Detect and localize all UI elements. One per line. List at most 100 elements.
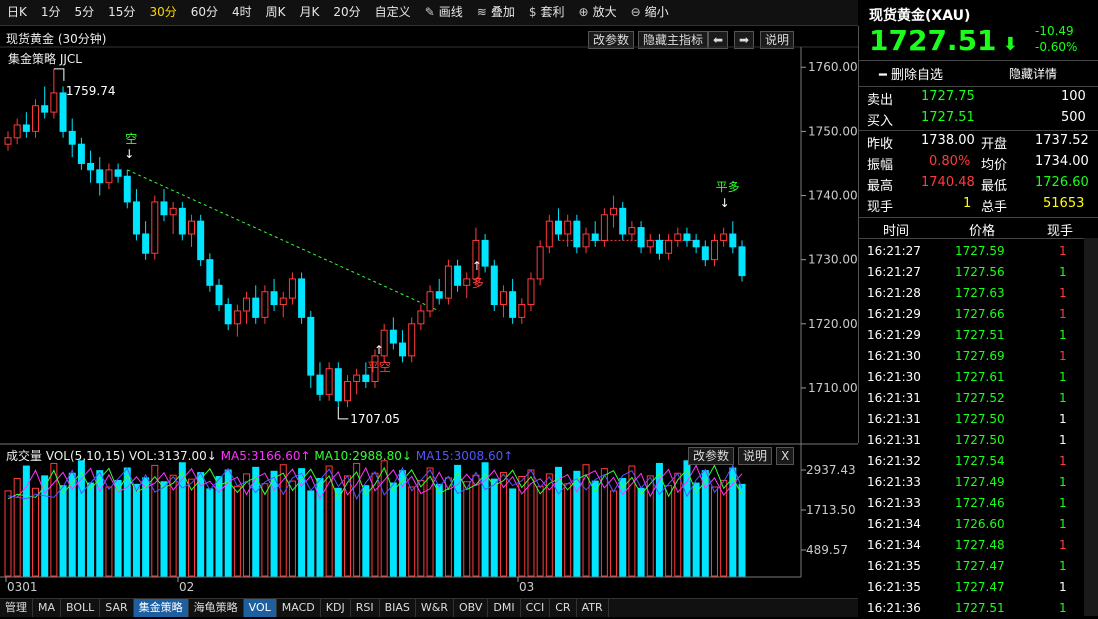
tick-time: 16:21:35 [867,559,921,573]
candle-body [426,291,434,312]
candle-body [59,92,67,132]
volume-bar [307,490,315,577]
candle-body [610,207,618,216]
indicator-tab-1[interactable]: MA [33,599,62,617]
tick-volume: 1 [1059,475,1067,489]
candle-body [123,175,131,203]
tick-time: 16:21:27 [867,244,921,258]
candle-body [188,220,195,235]
current-volume-label: 现手 [867,200,894,215]
candle-body [555,220,562,235]
indicator-tab-11[interactable]: W&R [416,599,454,617]
candle-body [362,374,370,383]
volume-bar [105,486,113,577]
indicator-tab-9[interactable]: RSI [351,599,380,617]
candle-body [288,278,296,299]
ask-label: 卖出 [867,93,894,108]
candle-body [582,233,590,248]
candle-body [132,201,140,235]
close-short-arrow: ↑ [374,343,384,357]
volume-bar [252,466,260,577]
date-label: 0301 [7,580,38,594]
delete-watchlist-button[interactable]: ━ 删除自选 [879,64,943,83]
candle-body [233,310,241,325]
short-signal: 空 [125,132,137,146]
tick-header-time: 时间 [883,224,910,239]
indicator-tab-6[interactable]: VOL [243,599,277,617]
candle-body [720,233,728,241]
indicator-tab-0[interactable]: 管理 [0,599,33,617]
indicator-tab-4[interactable]: 集金策略 [133,599,189,617]
candle-body [279,297,287,306]
candle-body [151,201,159,254]
candle-body [13,124,21,139]
high-price-label: 1759.74 [66,84,116,98]
candle-body [316,374,324,395]
candle-body [353,374,361,383]
volume-bar [77,460,85,577]
tick-price: 1727.50 [955,412,1005,426]
candle-body [224,304,232,325]
tick-time: 16:21:35 [867,580,921,594]
tick-volume: 1 [1059,391,1067,405]
tick-time: 16:21:34 [867,538,921,552]
indicator-tab-12[interactable]: OBV [454,599,489,617]
indicator-tab-13[interactable]: DMI [488,599,521,617]
instrument-name: 现货黄金(XAU) [869,8,971,24]
tick-scrollbar[interactable] [1084,238,1098,616]
tick-price: 1727.61 [955,370,1005,384]
volume-params-button[interactable]: 改参数 [688,447,735,465]
tick-row: 16:21:27 1727.59 1 [859,241,1084,262]
tick-price: 1726.60 [955,517,1005,531]
candle-body [509,291,517,318]
candle-body [417,310,425,325]
tick-volume: 1 [1059,412,1067,426]
volume-help-button[interactable]: 说明 [738,447,773,465]
candle-body [490,265,498,306]
tick-time: 16:21:31 [867,412,921,426]
volume-bar [59,485,67,577]
tick-row: 16:21:29 1727.66 1 [859,304,1084,325]
candle-body [738,246,746,277]
tick-time: 16:21:27 [867,265,921,279]
avg-price-value: 1734.00 [1035,154,1089,169]
candle-body [325,368,333,395]
tick-volume: 1 [1059,328,1067,342]
tick-price: 1727.54 [955,454,1005,468]
indicator-tab-7[interactable]: MACD [277,599,321,617]
candle-body [481,239,489,267]
volume-close-button[interactable]: X [776,447,795,465]
candle-body [674,233,682,241]
tick-volume: 1 [1059,307,1067,321]
long-signal-arrow: ↑ [472,259,482,273]
candle-body [637,227,645,248]
tick-price: 1727.50 [955,433,1005,447]
volume-bar [188,478,195,577]
tick-row: 16:21:30 1727.69 1 [859,346,1084,367]
indicator-tab-16[interactable]: ATR [577,599,609,617]
tick-row: 16:21:29 1727.51 1 [859,325,1084,346]
low-value: 1726.60 [1035,175,1089,190]
candle-body [655,239,663,254]
indicator-tab-15[interactable]: CR [550,599,577,617]
volume-bar [472,474,480,577]
volume-bar [132,483,140,577]
tick-row: 16:21:33 1727.46 1 [859,493,1084,514]
tick-volume: 1 [1059,265,1067,279]
volume-bar [463,481,471,577]
candle-body [261,291,269,318]
indicator-tab-2[interactable]: BOLL [61,599,101,617]
tick-row: 16:21:31 1727.50 1 [859,430,1084,451]
indicator-tab-8[interactable]: KDJ [321,599,351,617]
tick-price: 1727.46 [955,496,1005,510]
indicator-tab-14[interactable]: CCI [521,599,551,617]
indicator-tab-5[interactable]: 海龟策略 [189,599,244,617]
indicator-tab-10[interactable]: BIAS [380,599,416,617]
indicator-tab-3[interactable]: SAR [100,599,134,617]
candle-body [169,207,177,216]
date-label: 03 [519,580,534,594]
hide-detail-button[interactable]: 隐藏详情 [1009,65,1057,82]
tick-volume: 1 [1059,349,1067,363]
volume-bar [619,477,627,577]
volume-bar [610,490,618,577]
